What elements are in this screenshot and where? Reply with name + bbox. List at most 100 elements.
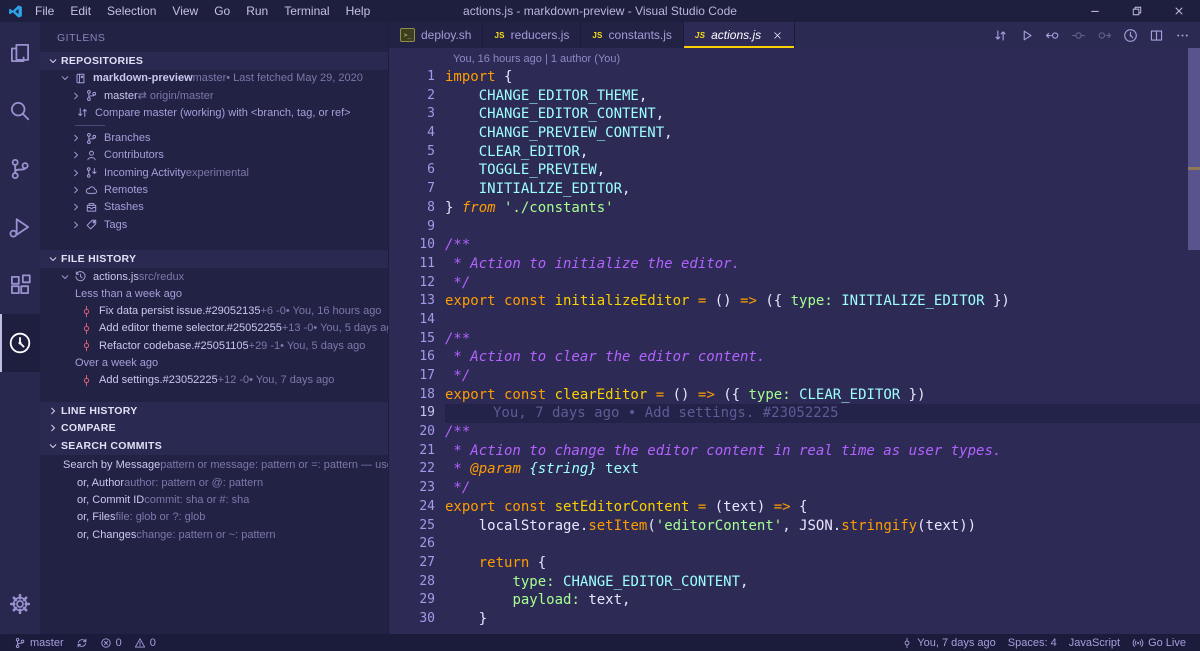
line-number[interactable]: 17: [389, 367, 445, 386]
tree-item-remotes[interactable]: Remotes: [40, 181, 388, 198]
code-line-8[interactable]: 8} from './constants': [389, 199, 1200, 218]
close-tab-icon[interactable]: [772, 30, 783, 41]
activity-search[interactable]: [0, 82, 40, 140]
tab-constants.js[interactable]: JSconstants.js: [581, 22, 684, 48]
code-line-10[interactable]: 10/**: [389, 236, 1200, 255]
line-number[interactable]: 15: [389, 330, 445, 349]
statusbar-sync[interactable]: [70, 637, 94, 649]
code-line-28[interactable]: 28 type: CHANGE_EDITOR_CONTENT,: [389, 573, 1200, 592]
tree-item-tags[interactable]: Tags: [40, 216, 388, 233]
line-number[interactable]: 1: [389, 68, 445, 87]
restore-button[interactable]: [1116, 0, 1158, 22]
activity-source-control[interactable]: [0, 140, 40, 198]
activity-extensions[interactable]: [0, 256, 40, 314]
next-change-button[interactable]: [1097, 28, 1112, 43]
tab-actions.js[interactable]: JSactions.js: [684, 22, 795, 48]
gitlens-button[interactable]: [1123, 28, 1138, 43]
repo-row[interactable]: markdown-preview master • Last fetched M…: [40, 70, 388, 87]
code-line-9[interactable]: 9: [389, 218, 1200, 237]
statusbar-master[interactable]: master: [8, 637, 70, 649]
line-number[interactable]: 28: [389, 573, 445, 592]
split-button[interactable]: [1149, 28, 1164, 43]
minimize-button[interactable]: [1074, 0, 1116, 22]
search-row-0[interactable]: Search by Message pattern or message: pa…: [40, 457, 388, 474]
code-line-19[interactable]: 19You, 7 days ago • Add settings. #23052…: [389, 404, 1200, 423]
line-number[interactable]: 2: [389, 87, 445, 106]
section-header-search-commits[interactable]: SEARCH COMMITS: [40, 437, 388, 455]
code-line-5[interactable]: 5 CLEAR_EDITOR,: [389, 143, 1200, 162]
line-number[interactable]: 30: [389, 610, 445, 629]
code-line-27[interactable]: 27 return {: [389, 554, 1200, 573]
tree-item-branches[interactable]: Branches: [40, 129, 388, 146]
code-line-3[interactable]: 3 CHANGE_EDITOR_CONTENT,: [389, 105, 1200, 124]
file-history-file-row[interactable]: actions.js src/redux: [40, 268, 388, 285]
code-line-24[interactable]: 24export const setEditorContent = (text)…: [389, 498, 1200, 517]
activity-gitlens[interactable]: [0, 314, 40, 372]
close-button[interactable]: [1158, 0, 1200, 22]
code-line-26[interactable]: 26: [389, 535, 1200, 554]
section-header-compare[interactable]: COMPARE: [40, 420, 388, 438]
menu-run[interactable]: Run: [238, 0, 276, 22]
line-number[interactable]: 16: [389, 348, 445, 367]
code-line-21[interactable]: 21 * Action to change the editor content…: [389, 442, 1200, 461]
line-number[interactable]: 19: [389, 404, 445, 423]
code-line-12[interactable]: 12 */: [389, 274, 1200, 293]
statusbar-javascript[interactable]: JavaScript: [1063, 637, 1126, 649]
menu-selection[interactable]: Selection: [99, 0, 164, 22]
code-line-22[interactable]: 22 * @param {string} text: [389, 460, 1200, 479]
code-line-1[interactable]: 1import {: [389, 68, 1200, 87]
prev-change-button[interactable]: [1045, 28, 1060, 43]
open-change-button[interactable]: [1071, 28, 1086, 43]
run-button[interactable]: [1019, 28, 1034, 43]
search-row-4[interactable]: or, Changes change: pattern or ~: patter…: [40, 526, 388, 543]
search-row-1[interactable]: or, Author author: pattern or @: pattern: [40, 474, 388, 491]
line-number[interactable]: 13: [389, 292, 445, 311]
code-line-14[interactable]: 14: [389, 311, 1200, 330]
code-line-23[interactable]: 23 */: [389, 479, 1200, 498]
code-line-20[interactable]: 20/**: [389, 423, 1200, 442]
menu-view[interactable]: View: [164, 0, 206, 22]
activity-run-debug[interactable]: [0, 198, 40, 256]
code-line-13[interactable]: 13export const initializeEditor = () => …: [389, 292, 1200, 311]
line-number[interactable]: 6: [389, 161, 445, 180]
tree-item-contributors[interactable]: Contributors: [40, 147, 388, 164]
menu-terminal[interactable]: Terminal: [276, 0, 337, 22]
line-number[interactable]: 11: [389, 255, 445, 274]
line-number[interactable]: 7: [389, 180, 445, 199]
code-line-16[interactable]: 16 * Action to clear the editor content.: [389, 348, 1200, 367]
code-editor[interactable]: You, 16 hours ago | 1 author (You) 1impo…: [389, 48, 1200, 634]
code-line-15[interactable]: 15/**: [389, 330, 1200, 349]
line-number[interactable]: 26: [389, 535, 445, 554]
search-row-3[interactable]: or, Files file: glob or ?: glob: [40, 509, 388, 526]
code-line-4[interactable]: 4 CHANGE_PREVIEW_CONTENT,: [389, 124, 1200, 143]
line-number[interactable]: 22: [389, 460, 445, 479]
statusbar-spaces-4[interactable]: Spaces: 4: [1002, 637, 1063, 649]
code-line-7[interactable]: 7 INITIALIZE_EDITOR,: [389, 180, 1200, 199]
code-line-17[interactable]: 17 */: [389, 367, 1200, 386]
statusbar-you-7-days-ago[interactable]: You, 7 days ago: [895, 637, 1002, 649]
commit-row[interactable]: Add settings. #23052225 +12 -0 • You, 7 …: [40, 372, 388, 389]
commit-row[interactable]: Fix data persist issue. #29052135 +6 -0 …: [40, 302, 388, 319]
more-button[interactable]: [1175, 28, 1190, 43]
code-line-2[interactable]: 2 CHANGE_EDITOR_THEME,: [389, 87, 1200, 106]
tree-item-stashes[interactable]: Stashes: [40, 199, 388, 216]
line-number[interactable]: 23: [389, 479, 445, 498]
codelens-annotation[interactable]: You, 16 hours ago | 1 author (You): [389, 48, 1200, 68]
line-number[interactable]: 3: [389, 105, 445, 124]
menu-go[interactable]: Go: [206, 0, 238, 22]
section-header-line-history[interactable]: LINE HISTORY: [40, 402, 388, 420]
statusbar-go-live[interactable]: Go Live: [1126, 637, 1192, 649]
code-line-29[interactable]: 29 payload: text,: [389, 591, 1200, 610]
code-line-25[interactable]: 25 localStorage.setItem('editorContent',…: [389, 517, 1200, 536]
compare-changes-button[interactable]: [993, 28, 1008, 43]
tree-item-incoming-activity[interactable]: Incoming Activity experimental: [40, 164, 388, 181]
editor-scrollbar-thumb[interactable]: [1188, 48, 1200, 250]
tab-reducers.js[interactable]: JSreducers.js: [483, 22, 581, 48]
code-line-11[interactable]: 11 * Action to initialize the editor.: [389, 255, 1200, 274]
line-number[interactable]: 8: [389, 199, 445, 218]
statusbar-0[interactable]: 0: [94, 637, 128, 649]
line-number[interactable]: 5: [389, 143, 445, 162]
branch-row[interactable]: master ⇄ origin/master: [40, 87, 388, 104]
line-number[interactable]: 25: [389, 517, 445, 536]
line-number[interactable]: 18: [389, 386, 445, 405]
